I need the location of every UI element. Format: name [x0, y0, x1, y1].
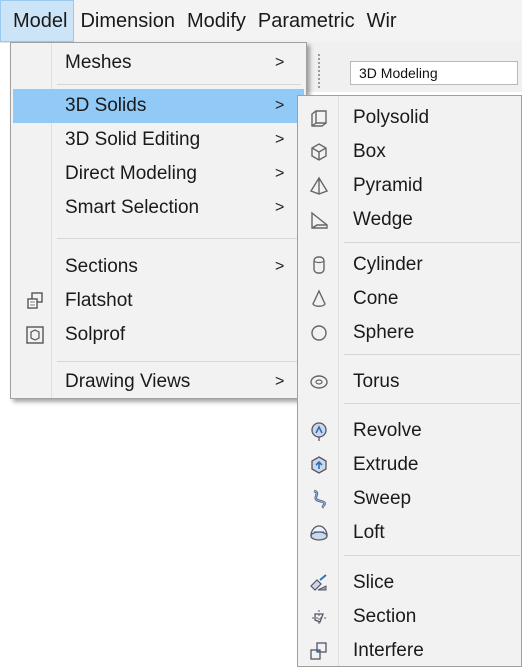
menu-bar: Model Dimension Modify Parametric Wir	[0, 0, 522, 43]
3d-solids-submenu: Polysolid Box Pyramid Wedge Cylinder Con…	[297, 95, 522, 667]
wedge-icon	[308, 209, 330, 231]
menu-item-meshes[interactable]: Meshes >	[13, 46, 304, 80]
menu-item-direct-modeling[interactable]: Direct Modeling >	[13, 157, 304, 191]
menu-item-drawing-views[interactable]: Drawing Views >	[13, 365, 304, 399]
submenu-item-label: Pyramid	[353, 175, 423, 196]
submenu-item-label: Interfere	[353, 640, 424, 661]
menu-item-label: Meshes	[65, 52, 132, 73]
solprof-icon	[25, 325, 45, 345]
submenu-item-cylinder[interactable]: Cylinder	[300, 248, 520, 282]
submenu-separator	[344, 242, 520, 243]
submenu-arrow-icon: >	[275, 54, 285, 71]
menu-item-label: Solprof	[65, 324, 126, 345]
submenu-item-label: Polysolid	[353, 107, 430, 128]
menu-item-3d-solids[interactable]: 3D Solids >	[13, 89, 304, 123]
menu-separator	[57, 84, 301, 85]
workspace-combo[interactable]: 3D Modeling	[350, 61, 518, 85]
revolve-icon	[308, 420, 330, 442]
menubar-modify[interactable]: Modify	[181, 0, 252, 42]
submenu-item-label: Box	[353, 141, 386, 162]
submenu-arrow-icon: >	[275, 199, 285, 216]
submenu-item-loft[interactable]: Loft	[300, 516, 520, 550]
submenu-item-sphere[interactable]: Sphere	[300, 316, 520, 350]
submenu-item-wedge[interactable]: Wedge	[300, 203, 520, 237]
menubar-window[interactable]: Wir	[361, 0, 403, 42]
menu-item-flatshot[interactable]: Flatshot	[13, 284, 304, 318]
submenu-item-label: Cone	[353, 288, 399, 309]
submenu-item-pyramid[interactable]: Pyramid	[300, 169, 520, 203]
menu-item-3d-solid-editing[interactable]: 3D Solid Editing >	[13, 123, 304, 157]
menu-item-label: Direct Modeling	[65, 163, 197, 184]
submenu-arrow-icon: >	[275, 131, 285, 148]
submenu-item-extrude[interactable]: Extrude	[300, 448, 520, 482]
submenu-separator	[344, 403, 520, 404]
polysolid-icon	[308, 107, 330, 129]
menu-item-label: Smart Selection	[65, 197, 200, 218]
submenu-separator	[344, 555, 520, 556]
menu-item-label: Flatshot	[65, 290, 133, 311]
submenu-arrow-icon: >	[275, 373, 285, 390]
toolbar-grip-handle[interactable]	[318, 54, 338, 88]
submenu-item-label: Slice	[353, 572, 395, 593]
pyramid-icon	[308, 175, 330, 197]
menu-item-solprof[interactable]: Solprof	[13, 318, 304, 352]
submenu-item-label: Loft	[353, 522, 385, 543]
submenu-item-label: Torus	[353, 371, 400, 392]
sphere-icon	[308, 322, 330, 344]
submenu-item-label: Section	[353, 606, 417, 627]
submenu-item-label: Sweep	[353, 488, 412, 509]
submenu-item-label: Extrude	[353, 454, 419, 475]
submenu-item-box[interactable]: Box	[300, 135, 520, 169]
slice-icon	[308, 572, 330, 594]
submenu-item-revolve[interactable]: Revolve	[300, 414, 520, 448]
sweep-icon	[308, 488, 330, 510]
menu-item-label: Drawing Views	[65, 371, 191, 392]
interfere-icon	[308, 640, 330, 662]
menu-item-label: Sections	[65, 256, 138, 277]
submenu-item-section[interactable]: Section	[300, 600, 520, 634]
menubar-parametric[interactable]: Parametric	[252, 0, 361, 42]
menu-item-label: 3D Solid Editing	[65, 129, 201, 150]
submenu-item-interfere[interactable]: Interfere	[300, 634, 520, 668]
submenu-item-sweep[interactable]: Sweep	[300, 482, 520, 516]
submenu-item-slice[interactable]: Slice	[300, 566, 520, 600]
submenu-item-label: Sphere	[353, 322, 415, 343]
menubar-dimension[interactable]: Dimension	[74, 0, 180, 42]
submenu-item-label: Revolve	[353, 420, 422, 441]
box-icon	[308, 141, 330, 163]
submenu-item-polysolid[interactable]: Polysolid	[300, 101, 520, 135]
model-menu: Meshes > 3D Solids > 3D Solid Editing > …	[10, 42, 307, 399]
flatshot-icon	[25, 291, 45, 311]
submenu-item-label: Cylinder	[353, 254, 423, 275]
submenu-arrow-icon: >	[275, 165, 285, 182]
submenu-arrow-icon: >	[275, 97, 285, 114]
menubar-model[interactable]: Model	[0, 0, 75, 42]
submenu-item-torus[interactable]: Torus	[300, 365, 520, 399]
torus-icon	[308, 371, 330, 393]
menu-separator	[57, 361, 301, 362]
menu-separator	[57, 238, 301, 239]
cone-icon	[308, 288, 330, 310]
submenu-item-cone[interactable]: Cone	[300, 282, 520, 316]
menu-item-sections[interactable]: Sections >	[13, 250, 304, 284]
menu-item-smart-selection[interactable]: Smart Selection >	[13, 191, 304, 225]
menu-item-label: 3D Solids	[65, 95, 147, 116]
submenu-separator	[344, 354, 520, 355]
cylinder-icon	[308, 254, 330, 276]
section-icon	[308, 606, 330, 628]
submenu-arrow-icon: >	[275, 258, 285, 275]
submenu-item-label: Wedge	[353, 209, 413, 230]
extrude-icon	[308, 454, 330, 476]
loft-icon	[308, 522, 330, 544]
